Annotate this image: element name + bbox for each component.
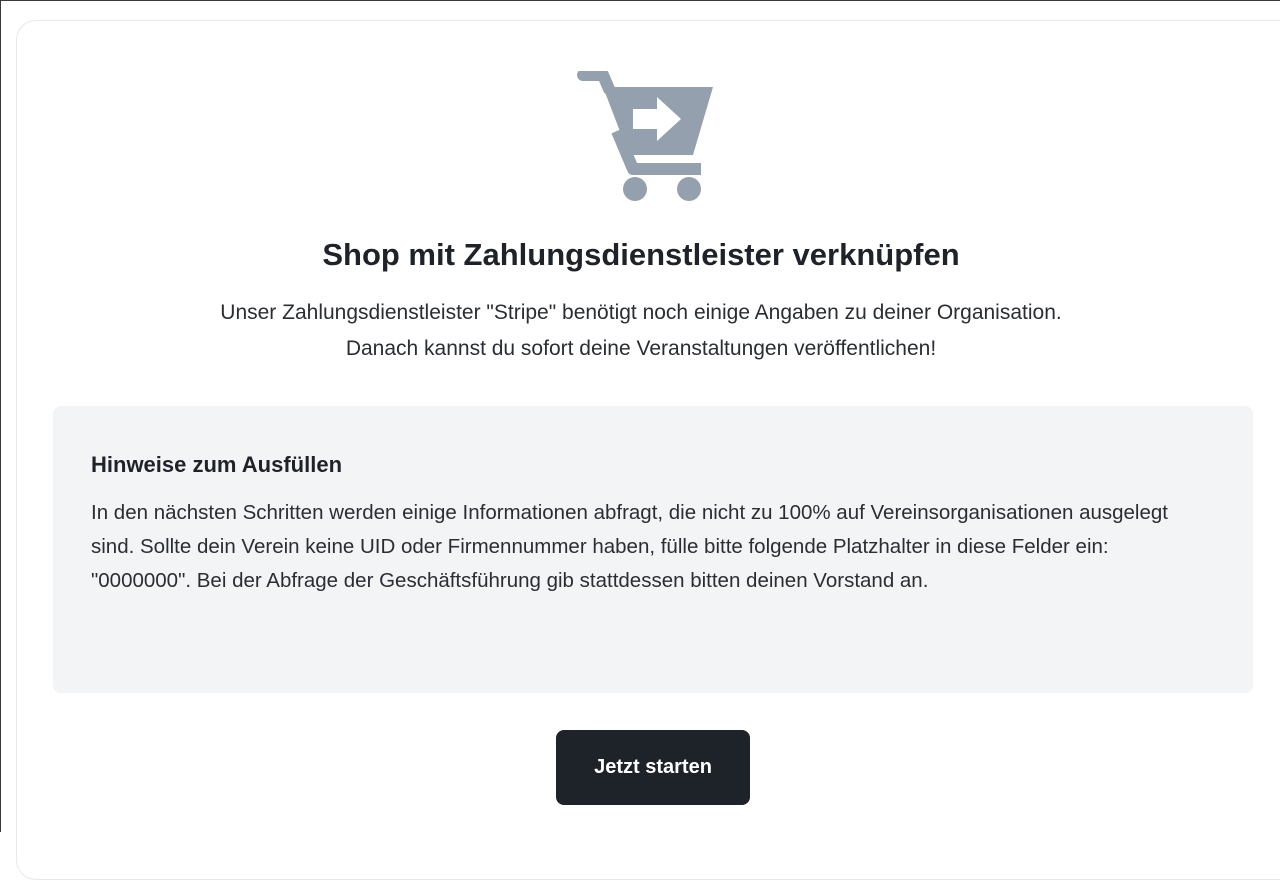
subtitle-line-2: Danach kannst du sofort deine Veranstalt… <box>345 337 937 360</box>
page-title: Shop mit Zahlungsdienstleister verknüpfe… <box>322 237 960 272</box>
subtitle-line-1: Unser Zahlungsdienstleister "Stripe" ben… <box>220 301 1062 324</box>
hint-title: Hinweise zum Ausfüllen <box>91 452 343 477</box>
page-subtitle: Unser Zahlungsdienstleister "Stripe" ben… <box>1 295 1280 367</box>
cart-arrow-right-icon <box>577 71 721 205</box>
start-button[interactable]: Jetzt starten <box>556 730 750 805</box>
hint-text: In den nächsten Schritten werden einige … <box>91 501 1168 592</box>
hint-box: Hinweise zum Ausfüllen In den nächsten S… <box>53 406 1253 693</box>
